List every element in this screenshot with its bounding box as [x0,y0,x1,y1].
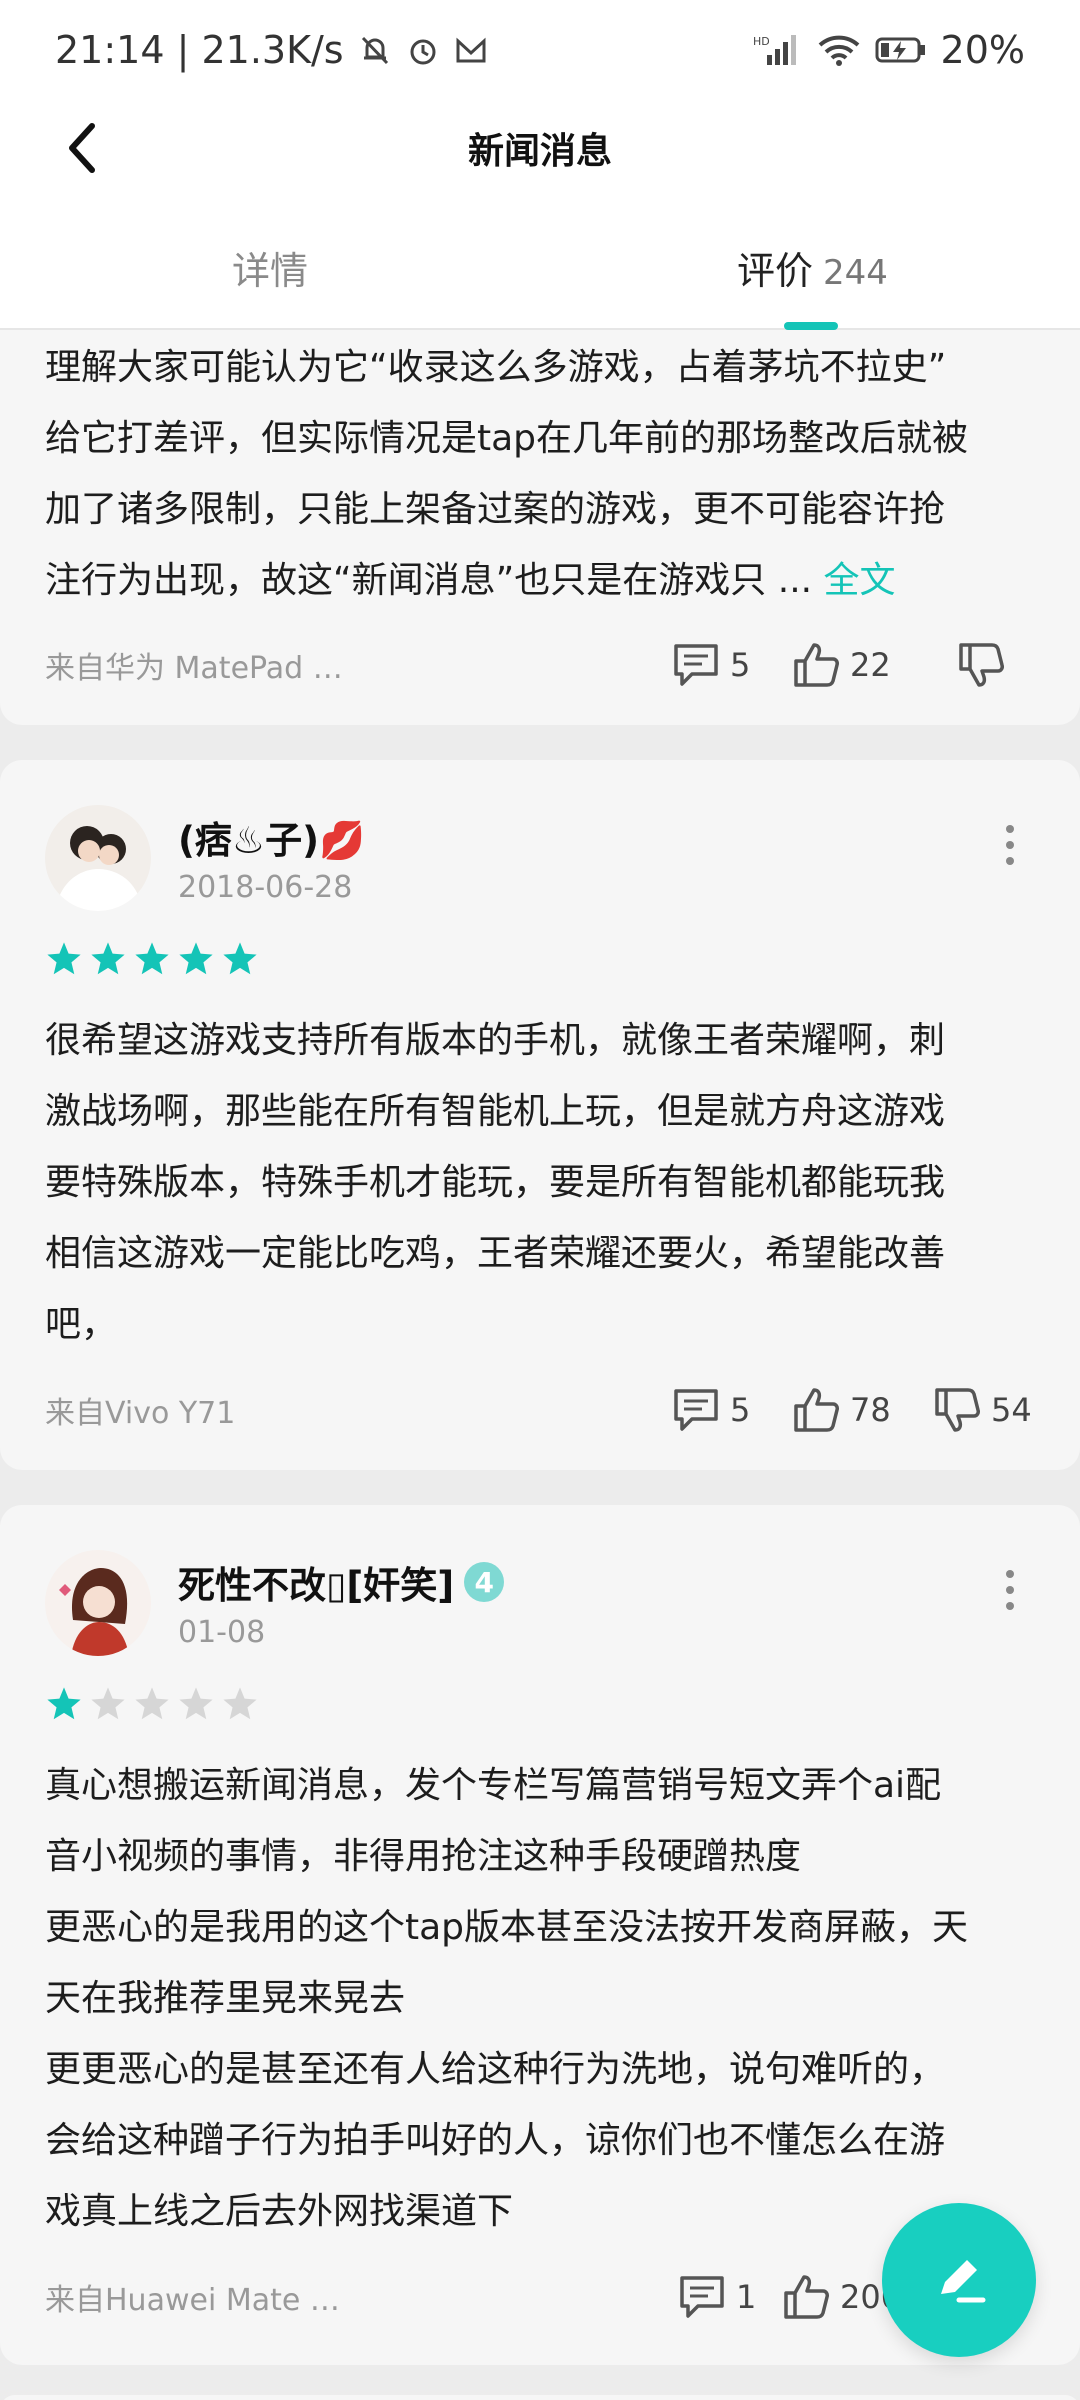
comment-button[interactable]: 1 [678,2267,756,2327]
comment-count: 5 [730,646,751,684]
star-filled-icon [223,942,257,975]
review-date: 2018-06-28 [178,870,353,905]
dot-icon [1006,1570,1014,1578]
review-text-line: 会给这种蹭子行为拍手叫好的人，谅你们也不懂怎么在游 [45,2120,946,2161]
review-text-line: 理解大家可能认为它“收录这么多游戏，占着茅坑不拉史” [45,347,947,388]
review-text-line: 天在我推荐里晃来晃去 [45,1978,406,2019]
star-filled-icon [47,942,81,975]
comment-icon [680,2276,724,2318]
alarm-icon [406,33,440,67]
star-filled-icon [47,1687,81,1720]
thumbs-up-icon [794,1388,839,1432]
comment-button[interactable]: 5 [672,635,750,695]
more-options-button[interactable] [990,815,1030,875]
comment-icon [674,644,718,686]
level-badge: 4 [464,1562,505,1602]
username[interactable]: (痞♨子)💋 [178,810,365,864]
review-text-line: 激战场啊，那些能在所有智能机上玩，但是就方舟这游戏 [45,1091,946,1132]
device-label: 来自Huawei Mate 6... [45,2283,345,2318]
review-text-line: 相信这游戏一定能比吃鸡，王者荣耀还要火，希望能改善 [45,1233,946,1274]
like-count: 22 [850,646,891,684]
star-empty-icon [223,1687,257,1720]
dot-icon [1006,825,1014,833]
write-review-button[interactable] [882,2203,1036,2357]
status-time-speed: 21:14 | 21.3K/s [55,28,344,72]
review-text-line: 要特殊版本，特殊手机才能玩，要是所有智能机都能玩我 [45,1162,946,1203]
review-text-line: 注行为出现，故这“新闻消息”也只是在游戏只 ... [45,560,813,601]
avatar-image [45,805,151,911]
navigation-bar: 新闻消息 [0,100,1080,195]
review-text-line: 更恶心的是我用的这个tap版本甚至没法按开发商屏蔽，天 [45,1907,969,1948]
comment-icon [674,1389,718,1431]
tab-bar: 详情 评价 244 [0,220,1080,330]
pencil-icon [941,2260,986,2303]
star-filled-icon [91,942,125,975]
signal-icon: HD [753,33,803,67]
comment-count: 1 [736,2278,757,2316]
star-empty-icon [91,1687,125,1720]
review-text-line: 吧， [45,1304,118,1345]
review-text-line: 真心想搬运新闻消息，发个专栏写篇营销号短文弄个ai配 [45,1765,942,1806]
star-empty-icon [135,1687,169,1720]
review-card: 理解大家可能认为它“收录这么多游戏，占着茅坑不拉史” 给它打差评，但实际情况是t… [0,330,1080,725]
tab-review-label: 评价 [737,249,814,293]
battery-charging-icon [875,33,927,67]
device-label: 来自Vivo Y71 [45,1396,236,1431]
review-card: (痞♨子)💋 2018-06-28 很希望这游戏支持所有版本的手机，就像王者荣耀… [0,760,1080,1470]
review-text-line: 音小视频的事情，非得用抢注这种手段硬蹭热度 [45,1836,802,1877]
dislike-button[interactable] [957,635,1015,695]
comment-count: 5 [730,1391,751,1429]
tab-detail[interactable]: 详情 [232,240,308,295]
review-text-line: 加了诸多限制，只能上架备过案的游戏，更不可能容许抢 [45,489,946,530]
dislike-count: 54 [991,1391,1032,1429]
thumbs-down-icon [959,643,1004,687]
review-text: 真心想搬运新闻消息，发个专栏写篇营销号短文弄个ai配 音小视频的事情，非得用抢注… [45,1750,1035,2247]
thumbs-up-icon [794,643,839,687]
status-bar: 21:14 | 21.3K/s HD 20% [0,0,1080,100]
bell-muted-icon [358,33,392,67]
tab-review[interactable]: 评价 244 [737,240,888,295]
username[interactable]: 死性不改▯[奸笑] [178,1555,454,1609]
avatar[interactable] [45,805,151,911]
top-bar: 21:14 | 21.3K/s HD 20% 新闻消息 详情 评价 244 [0,0,1080,330]
dot-icon [1006,1602,1014,1610]
username-row: 死性不改▯[奸笑] 4 [178,1555,505,1609]
mail-app-icon [454,33,488,67]
review-text: 很希望这游戏支持所有版本的手机，就像王者荣耀啊，刺 激战场啊，那些能在所有智能机… [45,1005,1035,1360]
thumbs-down-icon [935,1388,980,1432]
active-tab-indicator [784,322,838,330]
star-empty-icon [179,1687,213,1720]
page-title: 新闻消息 [467,131,612,172]
avatar[interactable] [45,1550,151,1656]
thumbs-up-icon [784,2275,829,2319]
star-filled-icon [179,942,213,975]
review-date: 01-08 [178,1615,266,1650]
like-count: 78 [850,1391,891,1429]
avatar-image [45,1550,151,1656]
star-filled-icon [135,942,169,975]
dot-icon [1006,857,1014,865]
review-text-line: 给它打差评，但实际情况是tap在几年前的那场整改后就被 [45,418,969,459]
comment-button[interactable]: 5 [672,1380,750,1440]
review-text-line: 戏真上线之后去外网找渠道下 [45,2191,514,2232]
star-rating [45,1685,259,1723]
like-button[interactable]: 78 [792,1380,891,1440]
dot-icon [1006,841,1014,849]
full-text-link[interactable]: 全文 [824,560,896,601]
device-label: 来自华为 MatePad 11 [45,651,345,686]
review-text: 理解大家可能认为它“收录这么多游戏，占着茅坑不拉史” 给它打差评，但实际情况是t… [45,332,1035,616]
wifi-icon [817,33,861,67]
star-rating [45,940,259,978]
battery-percent: 20% [940,28,1025,72]
like-button[interactable]: 22 [792,635,891,695]
review-count: 244 [823,253,888,293]
review-text-line-last: 注行为出现，故这“新闻消息”也只是在游戏只 ... 全文 [45,545,1035,616]
dislike-button[interactable]: 54 [933,1380,1032,1440]
signal-hd-label: HD [753,35,770,48]
review-text-line: 很希望这游戏支持所有版本的手机，就像王者荣耀啊，刺 [45,1020,946,1061]
dot-icon [1006,1586,1014,1594]
more-options-button[interactable] [990,1560,1030,1620]
review-card-next [0,2395,1080,2400]
review-text-line: 更更恶心的是甚至还有人给这种行为洗地，说句难听的， [45,2049,946,2090]
